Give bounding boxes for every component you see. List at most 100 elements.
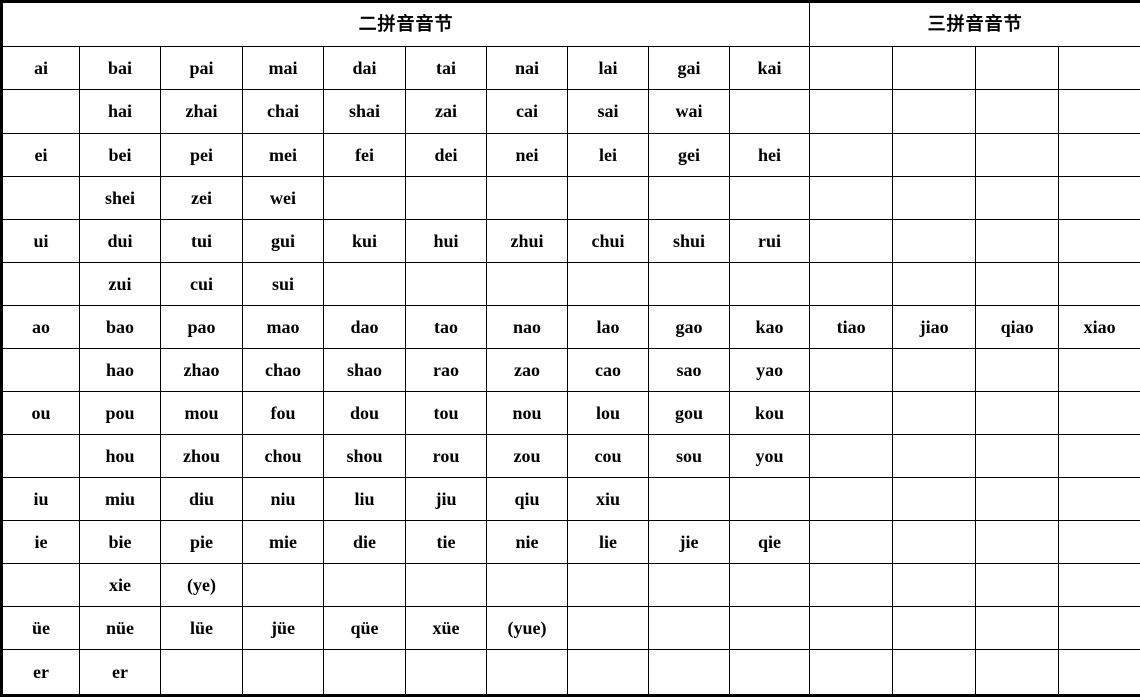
empty-cell xyxy=(892,218,977,263)
syllable-cell: lao xyxy=(567,304,649,349)
empty-cell xyxy=(892,347,977,392)
empty-cell xyxy=(975,218,1060,263)
syllable-cell: cao xyxy=(567,347,649,392)
syllable-cell: ei xyxy=(0,132,80,177)
empty-cell xyxy=(809,606,894,651)
empty-cell xyxy=(486,261,568,306)
empty-cell xyxy=(0,261,80,306)
syllable-cell: lüe xyxy=(160,606,243,651)
syllable-cell: mie xyxy=(242,520,324,565)
empty-cell xyxy=(975,175,1060,220)
syllable-cell: dei xyxy=(405,132,487,177)
empty-cell xyxy=(648,563,730,608)
syllable-cell: bai xyxy=(79,46,161,91)
syllable-cell: shai xyxy=(323,89,406,134)
empty-cell xyxy=(975,434,1060,479)
empty-cell xyxy=(323,175,406,220)
syllable-cell: gei xyxy=(648,132,730,177)
syllable-cell: tiao xyxy=(809,304,894,349)
empty-cell xyxy=(1058,390,1140,436)
empty-cell xyxy=(892,606,977,651)
syllable-cell: cui xyxy=(160,261,243,306)
syllable-cell: tui xyxy=(160,218,243,263)
syllable-cell: er xyxy=(79,649,161,697)
empty-cell xyxy=(0,175,80,220)
syllable-cell: shou xyxy=(323,434,406,479)
empty-cell xyxy=(728,649,811,697)
table-row: hou zhou chou shou rou zou cou sou you xyxy=(0,434,1140,479)
empty-cell xyxy=(809,347,894,392)
empty-cell xyxy=(809,132,894,177)
empty-cell xyxy=(728,606,811,651)
empty-cell xyxy=(728,477,811,522)
syllable-cell: (ye) xyxy=(160,563,243,608)
empty-cell xyxy=(1058,434,1140,479)
empty-cell xyxy=(892,89,977,134)
table-row: ei bei pei mei fei dei nei lei gei hei xyxy=(0,132,1140,177)
empty-cell xyxy=(809,175,894,220)
empty-cell xyxy=(567,606,649,651)
empty-cell xyxy=(242,563,324,608)
syllable-cell: bei xyxy=(79,132,161,177)
syllable-cell: lou xyxy=(567,390,649,436)
syllable-cell: hao xyxy=(79,347,161,392)
syllable-cell: zhao xyxy=(160,347,243,392)
empty-cell xyxy=(809,649,894,697)
syllable-cell: zei xyxy=(160,175,243,220)
syllable-cell: liu xyxy=(323,477,406,522)
syllable-cell: dui xyxy=(79,218,161,263)
syllable-cell: lai xyxy=(567,46,649,91)
empty-cell xyxy=(323,563,406,608)
empty-cell xyxy=(648,649,730,697)
empty-cell xyxy=(975,347,1060,392)
syllable-cell: dai xyxy=(323,46,406,91)
syllable-cell: üe xyxy=(0,606,80,651)
syllable-cell: gui xyxy=(242,218,324,263)
syllable-cell: wai xyxy=(648,89,730,134)
section-header-row: 二拼音音节 三拼音音节 xyxy=(0,0,1140,48)
empty-cell xyxy=(809,46,894,91)
table-row: zui cui sui xyxy=(0,261,1140,306)
syllable-cell: shui xyxy=(648,218,730,263)
empty-cell xyxy=(728,563,811,608)
syllable-cell: er xyxy=(0,649,80,697)
table-row: ui dui tui gui kui hui zhui chui shui rui xyxy=(0,218,1140,263)
syllable-cell: rui xyxy=(728,218,811,263)
table-row: ou pou mou fou dou tou nou lou gou kou xyxy=(0,390,1140,436)
empty-cell xyxy=(809,261,894,306)
syllable-cell: mao xyxy=(242,304,324,349)
syllable-cell: rou xyxy=(405,434,487,479)
syllable-cell: bie xyxy=(79,520,161,565)
empty-cell xyxy=(1058,649,1140,697)
table-row: er er xyxy=(0,649,1140,697)
syllable-cell: qiao xyxy=(975,304,1060,349)
syllable-cell: niu xyxy=(242,477,324,522)
syllable-cell: nao xyxy=(486,304,568,349)
syllable-cell: tai xyxy=(405,46,487,91)
syllable-cell: (yue) xyxy=(486,606,568,651)
empty-cell xyxy=(975,563,1060,608)
table-row: hao zhao chao shao rao zao cao sao yao xyxy=(0,347,1140,392)
syllable-cell: lei xyxy=(567,132,649,177)
syllable-cell: pai xyxy=(160,46,243,91)
syllable-cell: chai xyxy=(242,89,324,134)
syllable-cell: ie xyxy=(0,520,80,565)
syllable-cell: xiao xyxy=(1058,304,1140,349)
syllable-cell: wei xyxy=(242,175,324,220)
empty-cell xyxy=(975,649,1060,697)
syllable-cell: sou xyxy=(648,434,730,479)
empty-cell xyxy=(1058,261,1140,306)
syllable-cell: jie xyxy=(648,520,730,565)
syllable-cell: mai xyxy=(242,46,324,91)
empty-cell xyxy=(0,563,80,608)
syllable-cell: qüe xyxy=(323,606,406,651)
empty-cell xyxy=(728,261,811,306)
empty-cell xyxy=(809,390,894,436)
syllable-cell: zhui xyxy=(486,218,568,263)
syllable-cell: iu xyxy=(0,477,80,522)
empty-cell xyxy=(1058,563,1140,608)
syllable-cell: yao xyxy=(728,347,811,392)
empty-cell xyxy=(0,347,80,392)
empty-cell xyxy=(975,132,1060,177)
syllable-cell: jiu xyxy=(405,477,487,522)
